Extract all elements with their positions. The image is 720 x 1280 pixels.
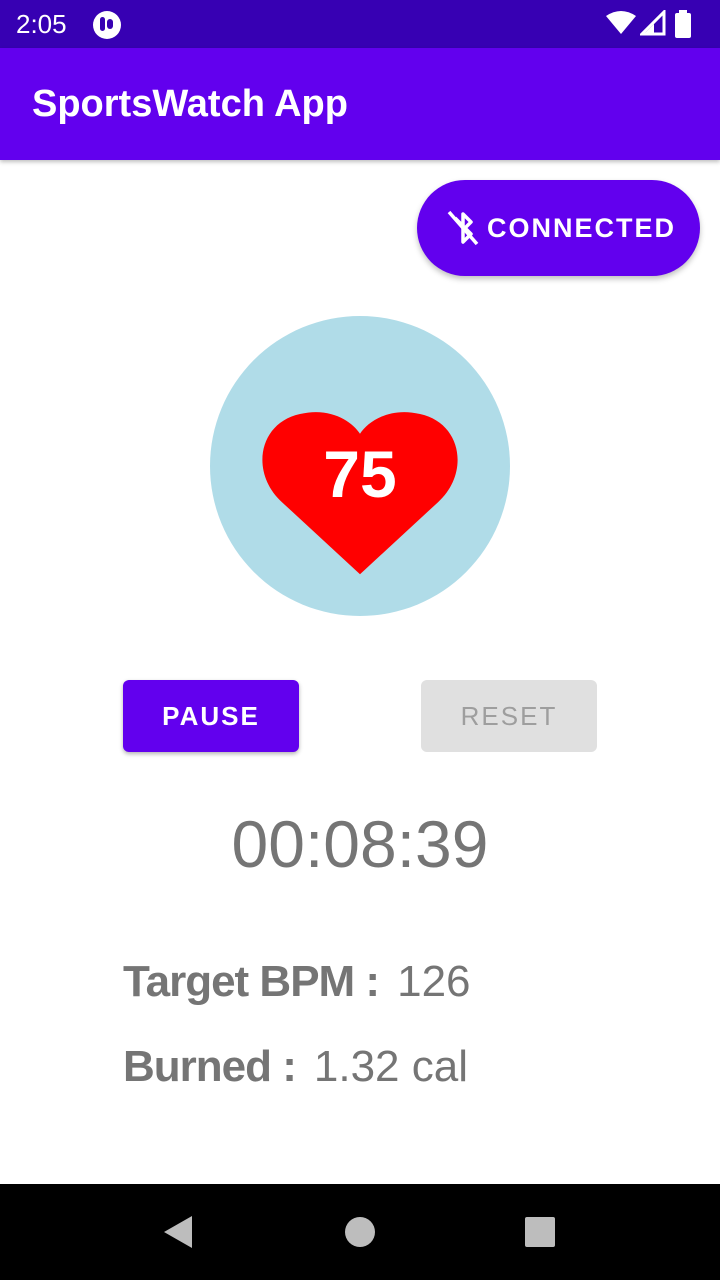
screen: 2:05 SportsWatch App CONNECTED 75 PAUSE … [0,0,720,1280]
app-bar: SportsWatch App [0,48,720,160]
status-time: 2:05 [16,9,67,39]
target-bpm-label: Target BPM : [123,957,380,1006]
battery-icon [675,10,691,38]
target-bpm-row: Target BPM : 126 [123,954,471,1010]
app-title: SportsWatch App [32,83,348,125]
bluetooth-disabled-icon [447,210,479,246]
pause-button[interactable]: PAUSE [123,680,299,752]
app-notification-icon [93,11,121,39]
burned-label: Burned : [123,1042,297,1091]
back-icon[interactable] [162,1214,194,1250]
target-bpm-value: 126 [397,957,471,1006]
home-icon[interactable] [344,1216,376,1248]
wifi-icon [606,11,636,34]
status-bar: 2:05 [0,0,720,48]
reset-button[interactable]: RESET [421,680,597,752]
elapsed-timer: 00:08:39 [231,807,489,881]
cell-signal-icon [640,10,666,36]
recents-icon[interactable] [525,1217,555,1247]
heart-rate-circle: 75 [210,316,510,616]
navigation-bar [0,1184,720,1280]
burned-value: 1.32 cal [313,1042,468,1091]
burned-row: Burned : 1.32 cal [123,1039,468,1095]
connected-button[interactable]: CONNECTED [417,180,700,276]
heart-rate-value: 75 [323,437,397,511]
connected-label: CONNECTED [487,213,677,243]
